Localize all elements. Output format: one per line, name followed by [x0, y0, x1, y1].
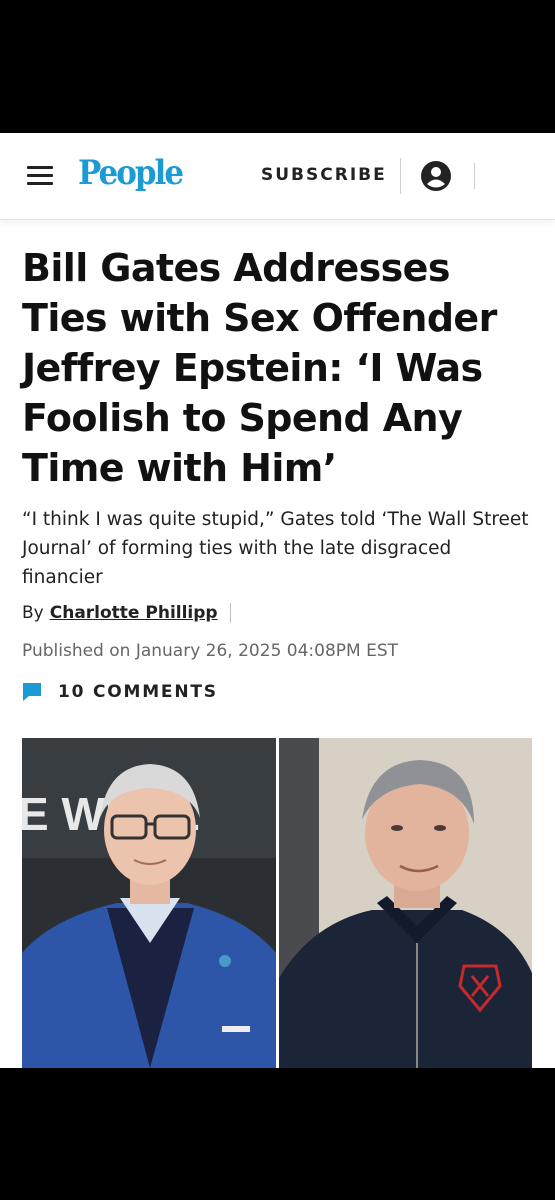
hamburger-menu-icon[interactable] — [27, 166, 53, 186]
author-link[interactable]: Charlotte Phillipp — [50, 603, 218, 623]
hero-image[interactable]: E WI ILL — [22, 738, 532, 1068]
user-account-icon[interactable] — [420, 160, 452, 192]
header-divider — [474, 163, 475, 189]
article-dek: “I think I was quite stupid,” Gates told… — [22, 509, 529, 588]
subscribe-button[interactable]: SUBSCRIBE — [261, 165, 387, 185]
byline-divider — [229, 603, 231, 623]
hero-right-photo — [279, 738, 532, 1068]
hero-left-photo: E WI ILL — [22, 738, 276, 1068]
article-page: People SUBSCRIBE Bill Gates Addresses Ti… — [0, 133, 555, 1068]
comments-count-label: 10 COMMENTS — [58, 682, 218, 702]
published-date: Published on January 26, 2025 04:08PM ES… — [22, 641, 399, 661]
site-header: People SUBSCRIBE — [0, 133, 555, 220]
article-headline: Bill Gates Addresses Ties with Sex Offen… — [22, 246, 497, 490]
people-logo[interactable]: People — [78, 154, 184, 193]
comments-link[interactable]: 10 COMMENTS — [22, 679, 218, 705]
byline-prefix: By — [22, 603, 44, 623]
status-bar-area — [0, 0, 555, 133]
byline: By Charlotte Phillipp — [22, 603, 231, 623]
navigation-bar-area — [0, 1068, 555, 1200]
header-divider — [400, 158, 401, 194]
speech-bubble-icon — [23, 683, 41, 701]
